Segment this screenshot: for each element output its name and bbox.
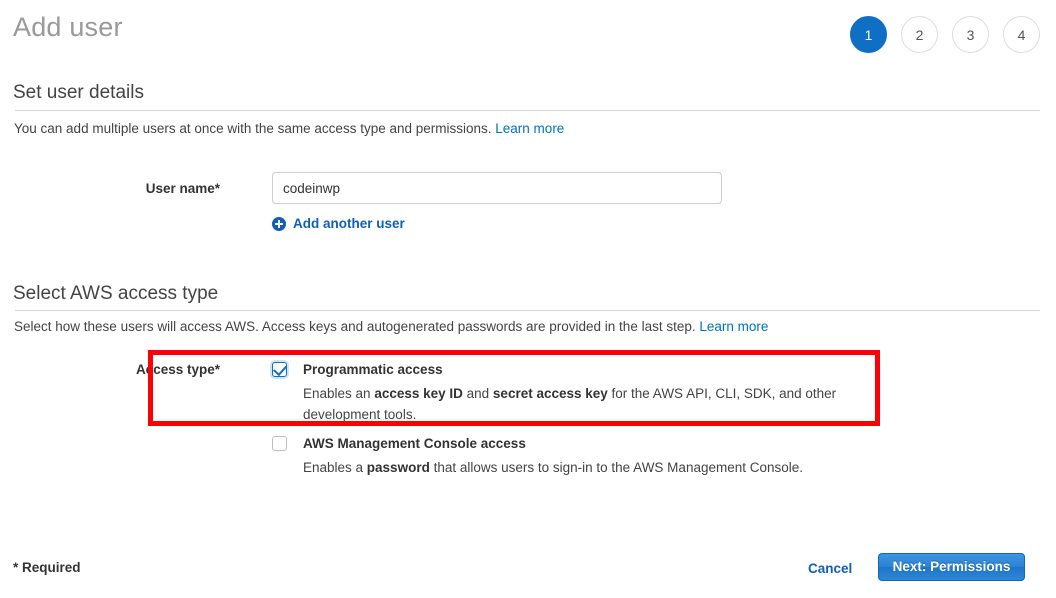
cancel-button[interactable]: Cancel [808, 561, 852, 576]
programmatic-access-title: Programmatic access [303, 362, 443, 377]
learn-more-link-user-details[interactable]: Learn more [495, 121, 564, 136]
desc-bold-1: access key ID [374, 386, 463, 401]
user-name-input[interactable] [272, 172, 722, 204]
select-access-type-heading: Select AWS access type [13, 283, 219, 304]
console-access-title: AWS Management Console access [303, 436, 526, 451]
next-permissions-button[interactable]: Next: Permissions [878, 553, 1025, 581]
select-access-type-description-text: Select how these users will access AWS. … [14, 319, 696, 334]
programmatic-access-description: Enables an access key ID and secret acce… [303, 383, 878, 425]
step-indicator: 1 2 3 4 [850, 16, 1040, 53]
user-name-label: User name* [145, 181, 220, 196]
console-desc-text-1: Enables a [303, 460, 367, 475]
page-header: Add user 1 2 3 4 [0, 0, 1056, 68]
console-desc-bold-1: password [366, 460, 430, 475]
step-circle-1[interactable]: 1 [850, 16, 887, 53]
learn-more-link-access-type[interactable]: Learn more [699, 319, 768, 334]
section-divider-user-details [15, 110, 1040, 111]
console-access-checkbox[interactable] [272, 436, 287, 451]
desc-bold-2: secret access key [492, 386, 608, 401]
required-note: * Required [13, 560, 81, 575]
console-desc-text-2: that allows users to sign-in to the AWS … [429, 460, 804, 475]
select-access-type-description: Select how these users will access AWS. … [14, 319, 768, 334]
step-circle-2[interactable]: 2 [901, 16, 938, 53]
programmatic-access-checkbox[interactable] [272, 361, 287, 377]
step-circle-4[interactable]: 4 [1003, 16, 1040, 53]
desc-text-1: Enables an [303, 386, 375, 401]
set-user-details-description: You can add multiple users at once with … [14, 121, 564, 136]
plus-circle-icon [272, 216, 286, 231]
add-another-user-label: Add another user [293, 216, 405, 231]
set-user-details-heading: Set user details [13, 82, 144, 103]
access-type-label: Access type* [135, 362, 220, 377]
page-title: Add user [13, 12, 123, 42]
checkmark-icon [273, 361, 287, 377]
add-another-user-button[interactable]: Add another user [272, 216, 405, 231]
desc-text-2: and [462, 386, 493, 401]
section-divider-access-type [15, 310, 1040, 311]
step-circle-3[interactable]: 3 [952, 16, 989, 53]
set-user-details-description-text: You can add multiple users at once with … [14, 121, 492, 136]
console-access-description: Enables a password that allows users to … [303, 457, 878, 478]
